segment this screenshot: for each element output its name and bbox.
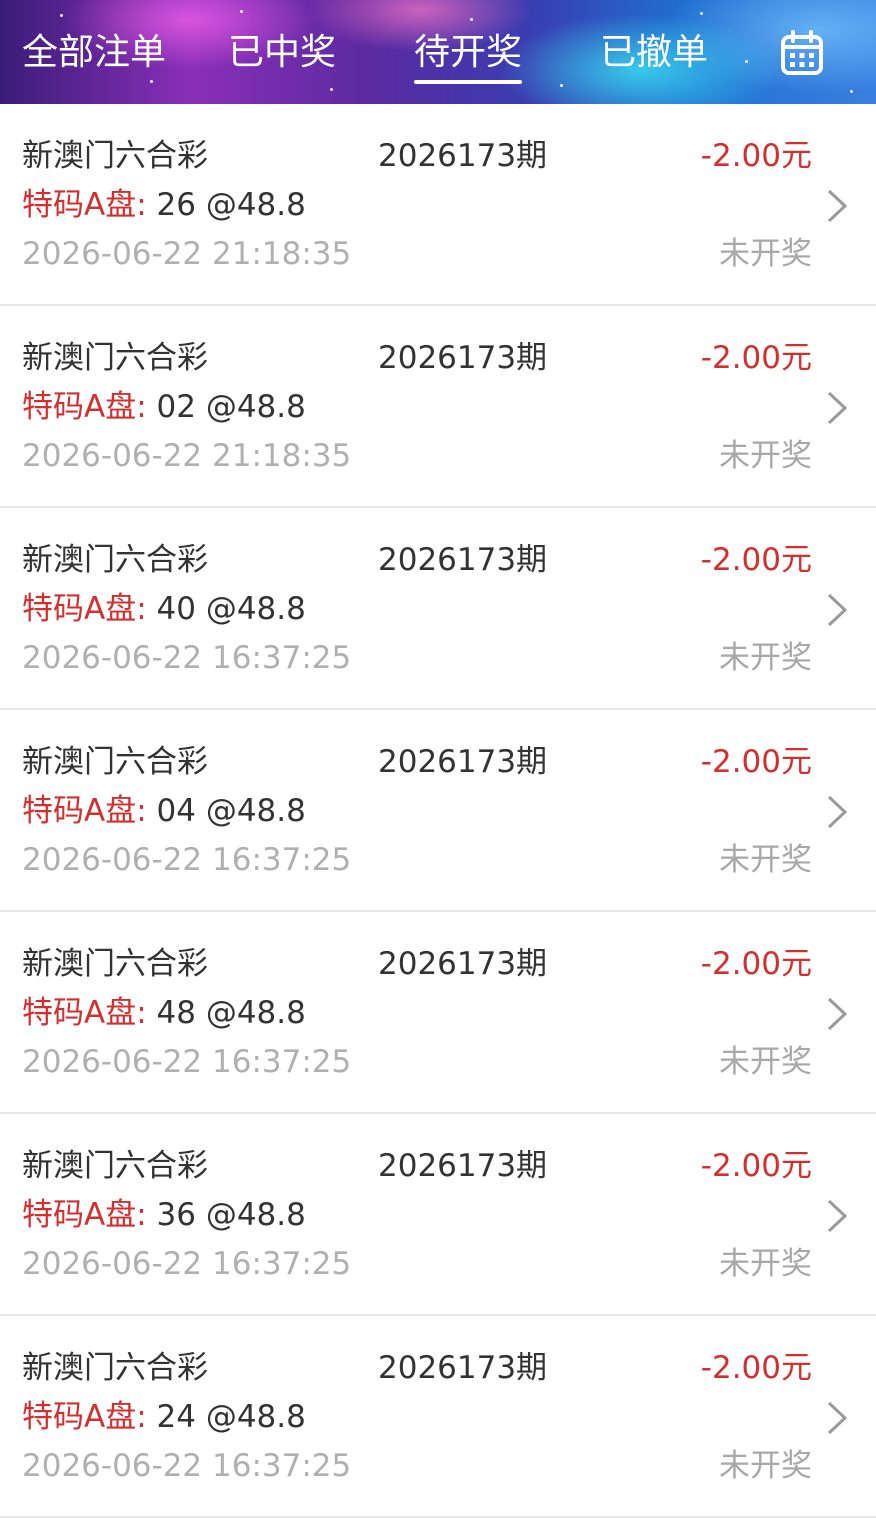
- period-number: 2026173期: [378, 1148, 548, 1184]
- draw-status: 未开奖: [719, 1044, 812, 1080]
- bet-detail: 特码A盘: 36 @48.8: [22, 1195, 306, 1235]
- bet-amount: -2.00元: [700, 1350, 812, 1386]
- bet-number-odds: 24 @48.8: [156, 1399, 306, 1435]
- top-tab-bar: 全部注单 已中奖 待开奖 已撤单: [0, 0, 876, 104]
- bet-amount: -2.00元: [700, 1148, 812, 1184]
- order-row[interactable]: 新澳门六合彩 2026173期 -2.00元 特码A盘: 02 @48.8 20…: [0, 306, 876, 508]
- period-number: 2026173期: [378, 542, 548, 578]
- bet-time: 2026-06-22 16:37:25: [22, 1448, 352, 1484]
- period-number: 2026173期: [378, 744, 548, 780]
- bet-type-label: 特码A盘:: [22, 591, 147, 627]
- bet-number-odds: 26 @48.8: [156, 187, 306, 223]
- period-number: 2026173期: [378, 340, 548, 376]
- calendar-icon[interactable]: [780, 30, 824, 76]
- lottery-name: 新澳门六合彩: [22, 1350, 208, 1386]
- bet-type-label: 特码A盘:: [22, 187, 147, 223]
- star-decoration: [470, 18, 473, 21]
- period-number: 2026173期: [378, 138, 548, 174]
- bet-time: 2026-06-22 21:18:35: [22, 236, 352, 272]
- bet-amount: -2.00元: [700, 542, 812, 578]
- bet-type-label: 特码A盘:: [22, 995, 147, 1031]
- draw-status: 未开奖: [719, 1448, 812, 1484]
- lottery-name: 新澳门六合彩: [22, 340, 208, 376]
- bet-number-odds: 36 @48.8: [156, 1197, 306, 1233]
- bet-number-odds: 40 @48.8: [156, 591, 306, 627]
- draw-status: 未开奖: [719, 236, 812, 272]
- bet-time: 2026-06-22 16:37:25: [22, 1044, 352, 1080]
- bet-time: 2026-06-22 16:37:25: [22, 640, 352, 676]
- lottery-name: 新澳门六合彩: [22, 744, 208, 780]
- tab-won[interactable]: 已中奖: [228, 30, 336, 76]
- star-decoration: [60, 14, 63, 17]
- bet-time: 2026-06-22 16:37:25: [22, 1246, 352, 1282]
- bet-detail: 特码A盘: 48 @48.8: [22, 993, 306, 1033]
- bet-detail: 特码A盘: 40 @48.8: [22, 589, 306, 629]
- bet-detail: 特码A盘: 02 @48.8: [22, 387, 306, 427]
- chevron-right-icon: [827, 997, 848, 1031]
- bet-time: 2026-06-22 16:37:25: [22, 842, 352, 878]
- draw-status: 未开奖: [719, 1246, 812, 1282]
- chevron-right-icon: [827, 593, 848, 627]
- lottery-name: 新澳门六合彩: [22, 1148, 208, 1184]
- bet-number-odds: 04 @48.8: [156, 793, 306, 829]
- chevron-right-icon: [827, 795, 848, 829]
- star-decoration: [240, 10, 243, 13]
- lottery-name: 新澳门六合彩: [22, 138, 208, 174]
- draw-status: 未开奖: [719, 842, 812, 878]
- period-number: 2026173期: [378, 946, 548, 982]
- order-row[interactable]: 新澳门六合彩 2026173期 -2.00元 特码A盘: 04 @48.8 20…: [0, 710, 876, 912]
- bet-amount: -2.00元: [700, 138, 812, 174]
- chevron-right-icon: [827, 391, 848, 425]
- bet-number-odds: 48 @48.8: [156, 995, 306, 1031]
- star-decoration: [850, 90, 853, 93]
- bet-detail: 特码A盘: 04 @48.8: [22, 791, 306, 831]
- star-decoration: [150, 80, 153, 83]
- bet-detail: 特码A盘: 24 @48.8: [22, 1397, 306, 1437]
- order-list: 新澳门六合彩 2026173期 -2.00元 特码A盘: 26 @48.8 20…: [0, 104, 876, 1518]
- bet-amount: -2.00元: [700, 744, 812, 780]
- bet-type-label: 特码A盘:: [22, 389, 147, 425]
- star-decoration: [700, 12, 703, 15]
- bet-type-label: 特码A盘:: [22, 1197, 147, 1233]
- lottery-name: 新澳门六合彩: [22, 542, 208, 578]
- order-row[interactable]: 新澳门六合彩 2026173期 -2.00元 特码A盘: 26 @48.8 20…: [0, 104, 876, 306]
- bet-number-odds: 02 @48.8: [156, 389, 306, 425]
- tab-pending-draw[interactable]: 待开奖: [414, 30, 523, 84]
- chevron-right-icon: [827, 189, 848, 223]
- order-row[interactable]: 新澳门六合彩 2026173期 -2.00元 特码A盘: 36 @48.8 20…: [0, 1114, 876, 1316]
- draw-status: 未开奖: [719, 640, 812, 676]
- bet-amount: -2.00元: [700, 946, 812, 982]
- order-row[interactable]: 新澳门六合彩 2026173期 -2.00元 特码A盘: 24 @48.8 20…: [0, 1316, 876, 1518]
- star-decoration: [330, 88, 333, 91]
- chevron-right-icon: [827, 1199, 848, 1233]
- bet-type-label: 特码A盘:: [22, 1399, 147, 1435]
- lottery-name: 新澳门六合彩: [22, 946, 208, 982]
- star-decoration: [560, 84, 563, 87]
- bet-detail: 特码A盘: 26 @48.8: [22, 185, 306, 225]
- tab-all-orders[interactable]: 全部注单: [22, 30, 166, 76]
- draw-status: 未开奖: [719, 438, 812, 474]
- order-row[interactable]: 新澳门六合彩 2026173期 -2.00元 特码A盘: 48 @48.8 20…: [0, 912, 876, 1114]
- bet-time: 2026-06-22 21:18:35: [22, 438, 352, 474]
- tab-cancelled[interactable]: 已撤单: [600, 30, 708, 76]
- star-decoration: [745, 60, 748, 63]
- period-number: 2026173期: [378, 1350, 548, 1386]
- bet-type-label: 特码A盘:: [22, 793, 147, 829]
- order-row[interactable]: 新澳门六合彩 2026173期 -2.00元 特码A盘: 40 @48.8 20…: [0, 508, 876, 710]
- bet-amount: -2.00元: [700, 340, 812, 376]
- chevron-right-icon: [827, 1401, 848, 1435]
